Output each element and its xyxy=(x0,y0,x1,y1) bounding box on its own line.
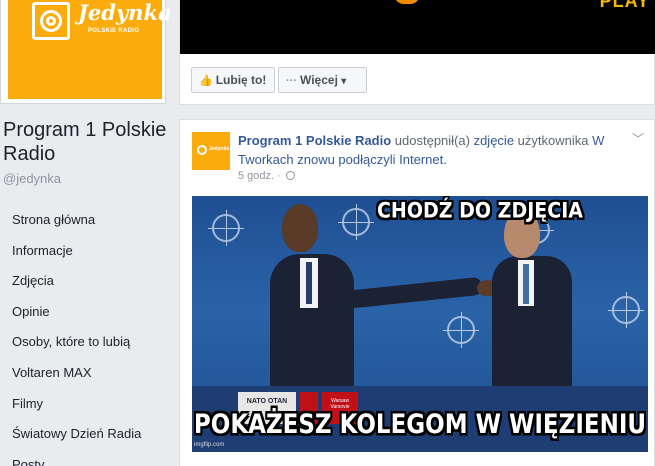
cover-text: PLAY xyxy=(599,0,650,11)
thumbs-up-icon: 👍 xyxy=(199,75,213,87)
photo-link[interactable]: zdjęcie xyxy=(474,133,514,148)
more-dots-icon: ··· xyxy=(286,75,297,87)
post-timestamp[interactable]: 5 godz. xyxy=(238,170,274,182)
post-header: Program 1 Polskie Radio udostępnił(a) zd… xyxy=(238,131,628,169)
page-title[interactable]: Program 1 Polskie Radio xyxy=(3,118,168,166)
nato-emblem-icon xyxy=(208,210,244,246)
profile-picture-frame: Jedynka POLSKIE RADIO xyxy=(0,0,172,104)
sidebar-item-voltaren[interactable]: Voltaren MAX xyxy=(0,358,170,389)
person-left-tie xyxy=(306,262,312,304)
cover-photo[interactable]: PLAY xyxy=(180,0,655,54)
image-watermark: imgflip.com xyxy=(194,442,225,448)
cover-graphic xyxy=(394,0,420,4)
person-left-arm xyxy=(341,276,483,310)
person-right-tie xyxy=(523,264,529,304)
like-page-button[interactable]: 👍 Lubię to! xyxy=(191,67,275,93)
sidebar-item-likes[interactable]: Osoby, które to lubią xyxy=(0,327,170,358)
avatar-text: Jedynka xyxy=(209,146,230,152)
sidebar-item-videos[interactable]: Filmy xyxy=(0,389,170,420)
profile-picture[interactable]: Jedynka POLSKIE RADIO xyxy=(8,0,172,99)
post-verb: udostępnił(a) xyxy=(394,133,470,148)
sidebar-item-about[interactable]: Informacje xyxy=(0,236,170,267)
meme-top-caption: CHODŹ DO ZDJĘCIA xyxy=(376,198,583,224)
radio-logo-icon xyxy=(32,2,70,40)
sidebar-item-posts[interactable]: Posty xyxy=(0,450,170,466)
nato-emblem-icon xyxy=(443,312,479,348)
sidebar-item-radio-day[interactable]: Światowy Dzień Radia xyxy=(0,419,170,450)
post-options-chevron-icon[interactable]: ﹀ xyxy=(632,130,644,147)
page-handle[interactable]: @jedynka xyxy=(3,171,61,186)
post-avatar[interactable]: Jedynka xyxy=(192,132,230,170)
sidebar-nav: Strona główna Informacje Zdjęcia Opinie … xyxy=(0,205,170,466)
globe-icon xyxy=(285,171,295,180)
cover-card: PLAY 👍 Lubię to! ··· Więcej ▾ xyxy=(179,0,655,105)
more-button[interactable]: ··· Więcej ▾ xyxy=(278,67,367,93)
like-label: Lubię to! xyxy=(215,73,267,87)
logo-subtitle: POLSKIE RADIO xyxy=(88,28,140,34)
meme-bottom-caption: POKAŻESZ KOLEGOM W WIĘZIENIU xyxy=(193,410,647,440)
post-card: Jedynka Program 1 Polskie Radio udostępn… xyxy=(179,119,655,466)
post-photo[interactable]: NATO OTAN Warsaw Varsovie CHODŹ DO ZDJĘC… xyxy=(192,196,648,452)
chevron-down-icon: ▾ xyxy=(341,76,347,87)
post-meta: 5 godz. · xyxy=(238,170,295,182)
meta-separator: · xyxy=(277,170,281,182)
logo-name: Jedynka xyxy=(78,0,172,25)
sidebar-item-reviews[interactable]: Opinie xyxy=(0,297,170,328)
sidebar-item-photos[interactable]: Zdjęcia xyxy=(0,266,170,297)
more-label: Więcej xyxy=(300,73,338,87)
post-author-link[interactable]: Program 1 Polskie Radio xyxy=(238,133,391,148)
owner-prefix: użytkownika xyxy=(517,133,589,148)
sidebar-item-home[interactable]: Strona główna xyxy=(0,205,170,236)
nato-emblem-icon xyxy=(608,292,644,328)
